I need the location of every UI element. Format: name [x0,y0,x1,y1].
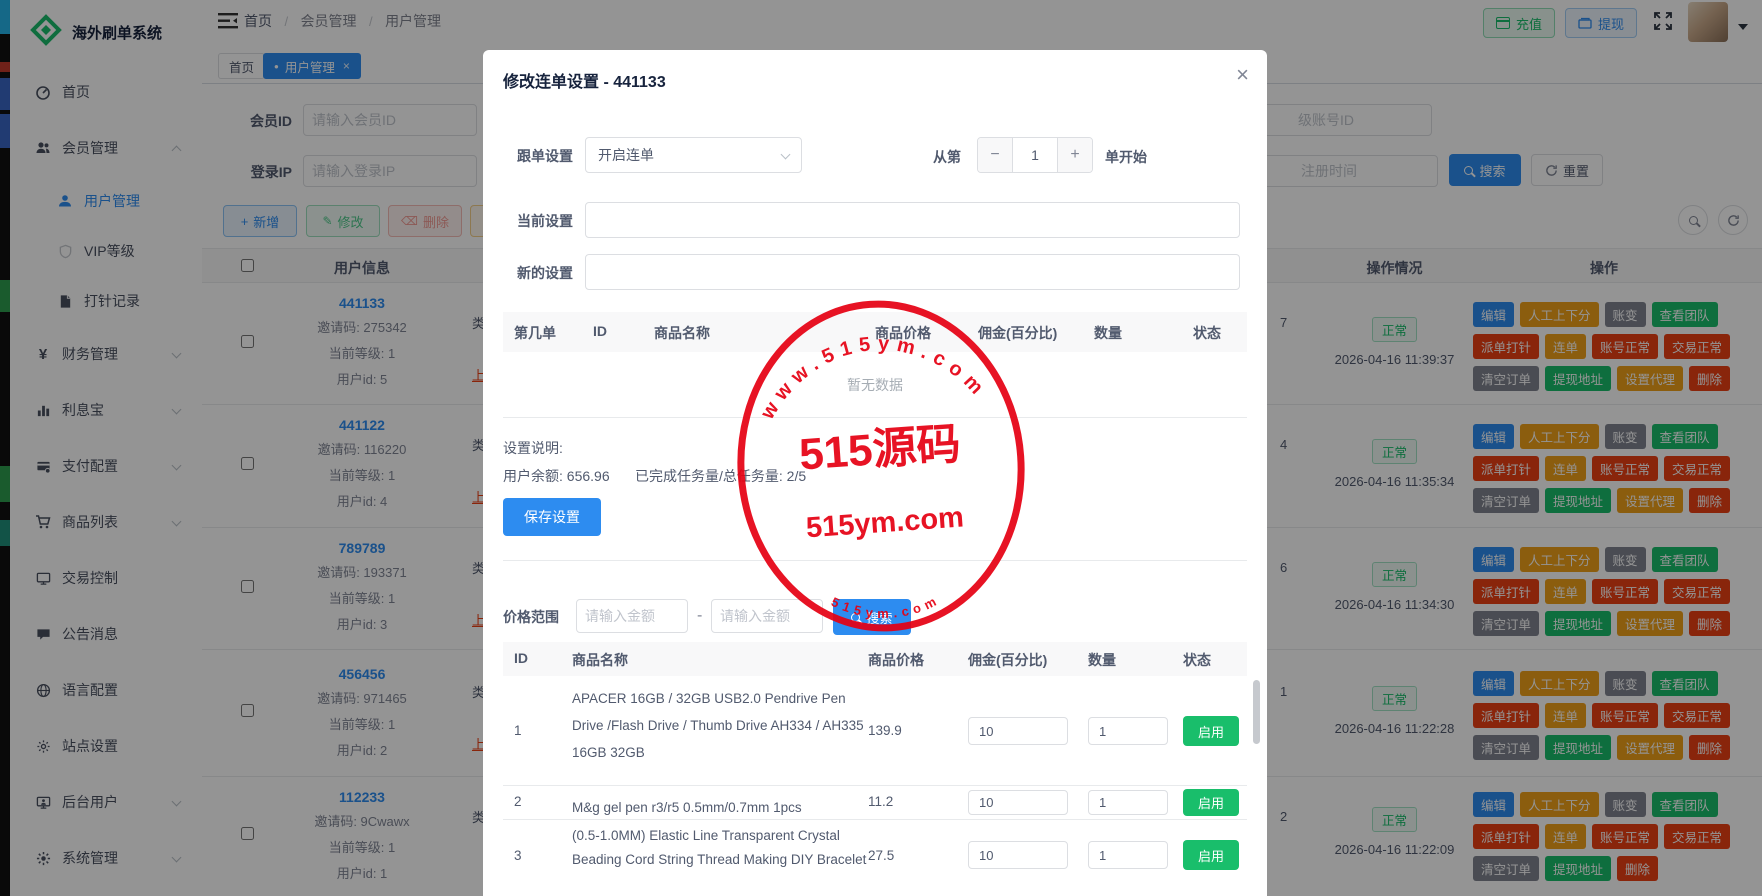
task-progress-text: 已完成任务量/总任务量: 2/5 [635,466,806,486]
follow-setting-value: 开启连单 [598,145,654,165]
modal-edit-chain-orders: 修改连单设置 - 441133 × 跟单设置 开启连单 从第 − 1 + 单开始… [483,50,1267,896]
quantity-input[interactable] [1088,841,1168,869]
product-id: 2 [514,794,522,809]
product-id: 3 [514,848,522,863]
commission-input[interactable] [968,717,1068,745]
current-setting-label: 当前设置 [501,211,573,231]
col-qty: 数量 [1094,323,1122,343]
range-dash: - [697,607,702,625]
product-price: 11.2 [868,794,893,809]
stepper-minus-button[interactable]: − [978,138,1012,172]
follow-setting-select[interactable]: 开启连单 [585,137,802,173]
setting-note-label: 设置说明: [503,438,563,458]
products-table-header: ID 商品名称 商品价格 佣金(百分比) 数量 状态 [503,642,1247,676]
stepper-value[interactable]: 1 [1012,138,1058,172]
enable-button[interactable]: 启用 [1183,840,1239,870]
price-min-input[interactable] [576,599,688,633]
save-settings-button[interactable]: 保存设置 [503,498,601,536]
product-row: 1 APACER 16GB / 32GB USB2.0 Pendrive Pen… [503,676,1247,786]
new-setting-input[interactable] [585,254,1240,290]
col-commission: 佣金(百分比) [978,323,1057,343]
enable-button[interactable]: 启用 [1183,716,1239,746]
modal-search-button[interactable]: 搜索 [833,599,911,635]
col-id: ID [593,323,607,339]
stepper-plus-button[interactable]: + [1058,138,1092,172]
commission-input[interactable] [968,790,1068,815]
col-product-name: 商品名称 [654,323,710,343]
quantity-input[interactable] [1088,790,1168,815]
col-status: 状态 [1183,650,1211,670]
close-icon[interactable]: × [1236,62,1249,88]
quantity-input[interactable] [1088,717,1168,745]
col-product-name: 商品名称 [572,650,628,670]
search-icon [851,613,860,622]
product-row: 3 (0.5-1.0MM) Elastic Line Transparent C… [503,820,1247,896]
col-status: 状态 [1193,323,1221,343]
orders-table-header: 第几单 ID 商品名称 商品价格 佣金(百分比) 数量 状态 [503,312,1247,352]
product-price: 27.5 [868,848,894,863]
product-name: M&g gel pen r3/r5 0.5mm/0.7mm 1pcs [572,794,872,821]
col-order-index: 第几单 [514,323,556,343]
col-price: 商品价格 [875,323,931,343]
chevron-down-icon [781,150,791,160]
col-price: 商品价格 [868,650,924,670]
price-max-input[interactable] [711,599,823,633]
col-id: ID [514,650,528,666]
save-settings-label: 保存设置 [524,507,580,527]
col-qty: 数量 [1088,650,1116,670]
product-id: 1 [514,723,522,738]
product-row: 2 M&g gel pen r3/r5 0.5mm/0.7mm 1pcs 11.… [503,786,1247,820]
orders-empty-text: 暂无数据 [503,352,1247,418]
from-order-label: 从第 [933,147,961,167]
current-setting-input[interactable] [585,202,1240,238]
product-price: 139.9 [868,723,902,738]
divider [503,560,1247,561]
from-order-suffix: 单开始 [1105,147,1147,167]
modal-title: 修改连单设置 - 441133 [503,68,666,92]
follow-setting-label: 跟单设置 [501,146,573,166]
price-range-label: 价格范围 [503,607,559,627]
user-balance-text: 用户余额: 656.96 [503,466,610,486]
modal-scrollbar-thumb[interactable] [1253,680,1260,744]
new-setting-label: 新的设置 [501,263,573,283]
modal-search-label: 搜索 [866,608,892,627]
commission-input[interactable] [968,841,1068,869]
product-name: APACER 16GB / 32GB USB2.0 Pendrive Pen D… [572,685,872,766]
from-order-stepper: − 1 + [977,137,1093,173]
enable-button[interactable]: 启用 [1183,789,1239,816]
product-name: (0.5-1.0MM) Elastic Line Transparent Cry… [572,824,872,872]
col-commission: 佣金(百分比) [968,650,1047,670]
